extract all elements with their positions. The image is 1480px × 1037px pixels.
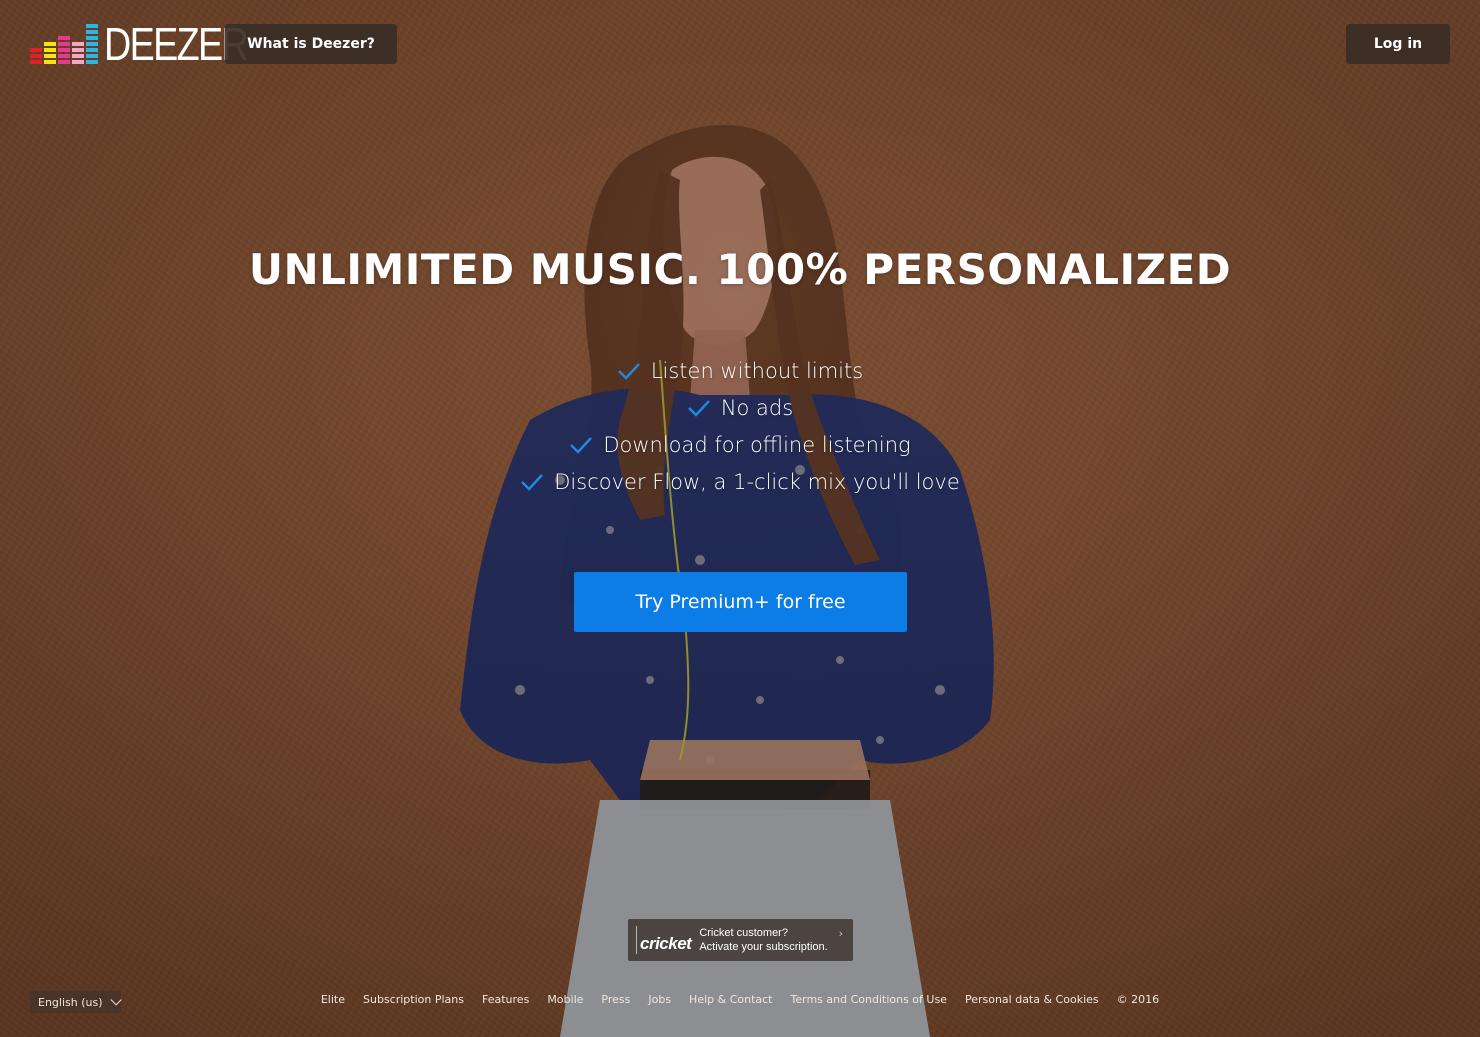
cricket-logo: cricket (636, 926, 692, 954)
landing-page: DEEZER What is Deezer? Log in UNLIMITED … (0, 0, 1480, 1037)
hero-background-image (0, 0, 1480, 1037)
checkmark-icon (687, 399, 710, 417)
feature-list: Listen without limits No ads Download fo… (0, 352, 1480, 500)
hero-headline: UNLIMITED MUSIC. 100% PERSONALIZED (248, 245, 1232, 294)
header: DEEZER What is Deezer? Log in (0, 0, 1480, 90)
deezer-equalizer-icon (30, 24, 98, 64)
footer-link-jobs[interactable]: Jobs (648, 993, 671, 1006)
footer-link-subscription-plans[interactable]: Subscription Plans (363, 993, 464, 1006)
what-is-deezer-button[interactable]: What is Deezer? (225, 24, 397, 64)
cricket-text: Cricket customer? Activate your subscrip… (699, 926, 827, 954)
chevron-right-icon: › (838, 927, 843, 940)
feature-text: Listen without limits (650, 358, 864, 383)
feature-text: Download for offline listening (603, 432, 911, 457)
footer-link-press[interactable]: Press (601, 993, 630, 1006)
footer-link-elite[interactable]: Elite (321, 993, 345, 1006)
footer-link-help-contact[interactable]: Help & Contact (689, 993, 772, 1006)
footer-links: Elite Subscription Plans Features Mobile… (0, 993, 1480, 1006)
cricket-promo-banner[interactable]: cricket Cricket customer? Activate your … (628, 919, 853, 961)
checkmark-icon (570, 436, 593, 454)
footer-link-mobile[interactable]: Mobile (547, 993, 583, 1006)
login-button[interactable]: Log in (1346, 24, 1450, 64)
feature-text: Discover Flow, a 1-click mix you'll love (554, 469, 960, 494)
checkmark-icon (521, 473, 544, 491)
feature-item: Discover Flow, a 1-click mix you'll love (0, 463, 1480, 500)
feature-item: Listen without limits (0, 352, 1480, 389)
try-premium-button[interactable]: Try Premium+ for free (574, 572, 907, 632)
cricket-line-1: Cricket customer? (699, 927, 788, 939)
feature-item: Download for offline listening (0, 426, 1480, 463)
checkmark-icon (617, 362, 640, 380)
feature-text: No ads (720, 395, 794, 420)
footer-link-features[interactable]: Features (482, 993, 529, 1006)
copyright: © 2016 (1116, 993, 1160, 1006)
cricket-line-2: Activate your subscription. (699, 941, 828, 953)
feature-item: No ads (0, 389, 1480, 426)
footer-link-personal-data[interactable]: Personal data & Cookies (965, 993, 1099, 1006)
footer-link-terms[interactable]: Terms and Conditions of Use (791, 993, 947, 1006)
